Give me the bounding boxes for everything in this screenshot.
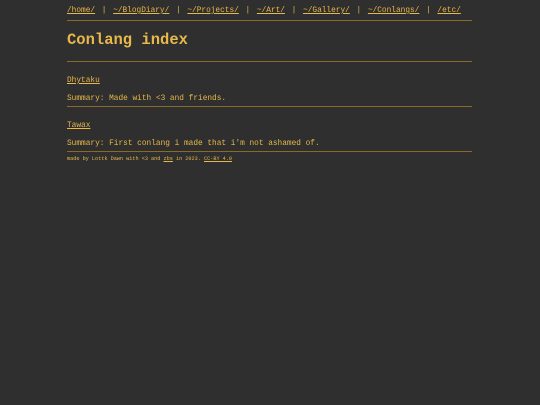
footer-license-link[interactable]: CC-BY 4.0: [204, 156, 232, 162]
conlang-link-dhytaku[interactable]: Dhytaku: [67, 77, 100, 86]
nav-link-gallery[interactable]: ~/Gallery/: [303, 7, 350, 15]
page-container: /home/ | ~/BlogDiary/ | ~/Projects/ | ~/…: [67, 0, 472, 163]
footer-text: made by Lottk Dawn with <3 and: [67, 156, 164, 162]
conlang-entry: Tawax Summary: First conlang i made that…: [67, 107, 472, 151]
footer: made by Lottk Dawn with <3 and zbs in 20…: [67, 152, 472, 163]
nav-separator: |: [356, 7, 362, 15]
nav-link-home[interactable]: /home/: [67, 7, 95, 15]
footer-link-zbs[interactable]: zbs: [164, 156, 173, 162]
nav-separator: |: [245, 7, 251, 15]
conlang-summary: Summary: Made with <3 and friends.: [67, 95, 227, 103]
nav-link-art[interactable]: ~/Art/: [257, 7, 285, 15]
nav-separator: |: [426, 7, 431, 15]
nav-separator: |: [175, 7, 181, 15]
nav-link-conlangs[interactable]: ~/Conlangs/: [368, 7, 419, 15]
nav-separator: |: [101, 7, 107, 15]
nav-link-blogdiary[interactable]: ~/BlogDiary/: [113, 7, 169, 15]
conlang-link-tawax[interactable]: Tawax: [67, 122, 90, 131]
top-nav: /home/ | ~/BlogDiary/ | ~/Projects/ | ~/…: [67, 7, 472, 20]
page-title: Conlang index: [67, 31, 188, 49]
conlang-entry: Dhytaku Summary: Made with <3 and friend…: [67, 62, 472, 106]
footer-text: in 2023.: [172, 156, 204, 162]
nav-link-projects[interactable]: ~/Projects/: [187, 7, 238, 15]
nav-link-etc[interactable]: /etc/: [437, 7, 460, 15]
nav-separator: |: [291, 7, 297, 15]
conlang-summary: Summary: First conlang i made that i'm n…: [67, 140, 320, 148]
